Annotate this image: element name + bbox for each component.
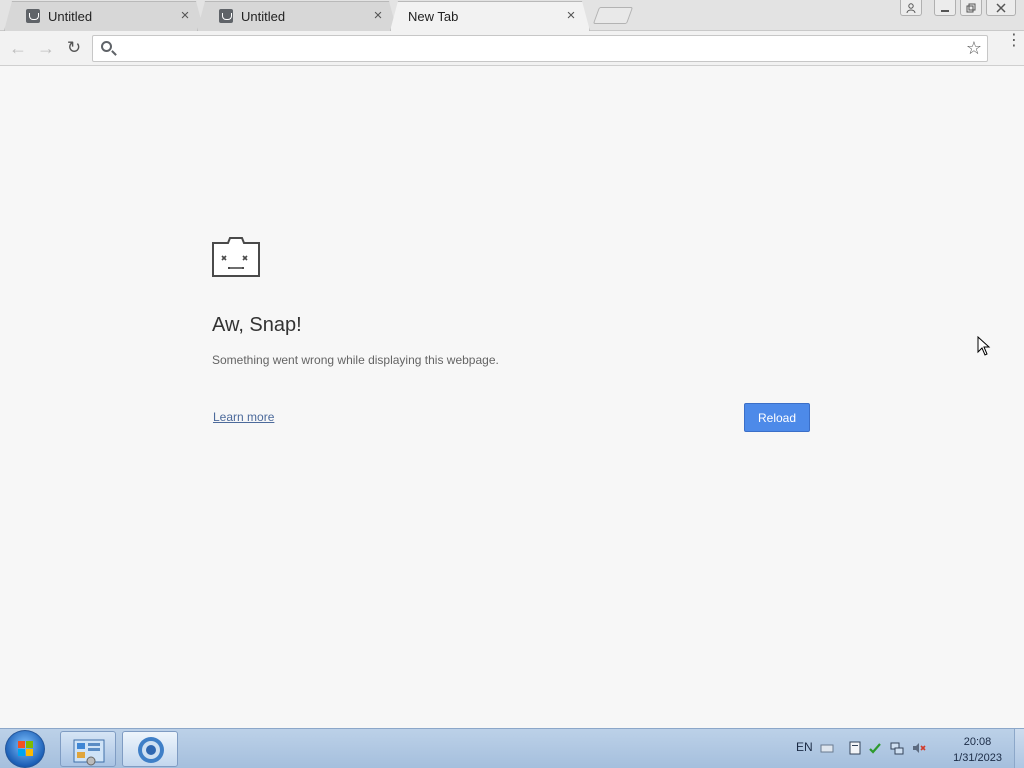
sad-page-icon	[26, 9, 40, 23]
maximize-button[interactable]	[960, 0, 982, 16]
network-icon[interactable]	[890, 741, 904, 755]
reload-button[interactable]: Reload	[744, 403, 810, 432]
mouse-cursor-icon	[977, 336, 991, 356]
language-indicator[interactable]: EN	[796, 740, 813, 754]
page-content: Aw, Snap! Something went wrong while dis…	[0, 66, 1024, 728]
system-tray: EN 20:08 1/31/2023	[770, 729, 1024, 768]
show-desktop-button[interactable]	[1014, 729, 1024, 768]
clock-time: 20:08	[963, 736, 992, 748]
star-icon[interactable]: ☆	[966, 38, 982, 59]
address-bar[interactable]: ☆	[92, 35, 988, 62]
profile-icon[interactable]	[900, 0, 922, 16]
windows-logo-icon	[18, 741, 34, 757]
tab-close-icon[interactable]: ×	[564, 8, 578, 23]
back-arrow-icon[interactable]: ←	[7, 37, 29, 59]
error-title: Aw, Snap!	[212, 314, 302, 336]
tab-untitled-1[interactable]: Untitled ×	[4, 1, 204, 31]
tab-title: Untitled	[241, 8, 286, 24]
tab-title: New Tab	[408, 8, 459, 24]
search-icon	[101, 41, 112, 52]
tab-strip: Untitled × Untitled × New Tab ×	[0, 0, 1024, 31]
close-button[interactable]	[986, 0, 1016, 16]
start-button[interactable]	[5, 730, 45, 768]
tab-title: Untitled	[48, 8, 93, 24]
tab-untitled-2[interactable]: Untitled ×	[197, 1, 397, 31]
tab-close-icon[interactable]: ×	[371, 8, 385, 23]
new-tab-button[interactable]	[592, 7, 634, 24]
window-controls	[900, 0, 1016, 16]
security-check-icon[interactable]	[868, 741, 882, 755]
address-input[interactable]	[123, 39, 953, 58]
chrome-icon	[138, 737, 164, 763]
keyboard-icon[interactable]	[820, 741, 834, 755]
error-description: Something went wrong while displaying th…	[212, 353, 499, 367]
sad-folder-icon	[212, 237, 260, 277]
learn-more-link[interactable]: Learn more	[213, 410, 274, 424]
taskbar: EN 20:08 1/31/2023	[0, 728, 1024, 768]
forward-arrow-icon[interactable]: →	[35, 37, 57, 59]
taskbar-chrome[interactable]	[122, 731, 178, 767]
tab-close-icon[interactable]: ×	[178, 8, 192, 23]
menu-icon[interactable]: ⋮	[1006, 33, 1022, 49]
volume-muted-icon[interactable]	[912, 741, 926, 755]
sad-page-icon	[219, 9, 233, 23]
clock-date: 1/31/2023	[953, 752, 1002, 764]
minimize-button[interactable]	[934, 0, 956, 16]
browser-toolbar: ← → ↻ ☆ ⋮	[0, 31, 1024, 66]
clock[interactable]: 20:08 1/31/2023	[953, 734, 1002, 766]
tab-new-tab[interactable]: New Tab ×	[390, 1, 590, 31]
notes-icon[interactable]	[848, 741, 862, 755]
reload-icon[interactable]: ↻	[63, 37, 85, 59]
control-panel-icon	[73, 739, 105, 766]
taskbar-control-panel[interactable]	[60, 731, 116, 767]
